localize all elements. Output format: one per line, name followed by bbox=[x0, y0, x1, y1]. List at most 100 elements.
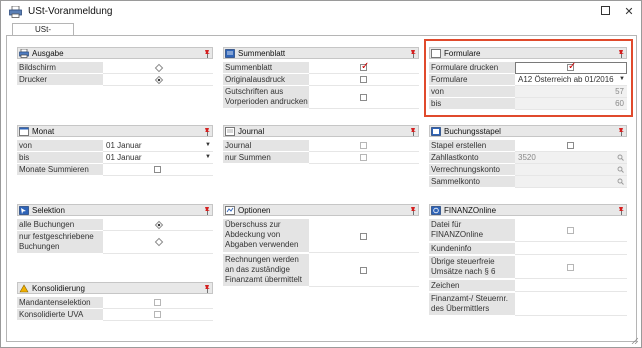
monat-bis-select[interactable]: 01 Januar ▼ bbox=[103, 152, 213, 164]
verrechnungskonto-field[interactable] bbox=[515, 164, 627, 176]
radio-nur-festgeschriebene[interactable] bbox=[154, 237, 164, 247]
pin-icon[interactable] bbox=[410, 49, 417, 58]
row-journal[interactable]: Journal bbox=[223, 140, 419, 152]
zahllastkonto-field[interactable]: 3520 bbox=[515, 152, 627, 164]
row-kundeninfo[interactable]: Kundeninfo bbox=[429, 243, 627, 255]
resize-grip-icon[interactable] bbox=[631, 337, 638, 344]
checkbox-monate-summieren[interactable] bbox=[154, 166, 161, 173]
search-icon[interactable] bbox=[617, 178, 624, 185]
row-ueberschuss[interactable]: Überschuss zur Abdeckung von Abgaben ver… bbox=[223, 219, 419, 253]
pin-icon[interactable] bbox=[204, 206, 211, 215]
label-gutschriften: Gutschriften aus Vorperioden andrucken bbox=[223, 86, 309, 109]
printer-icon bbox=[19, 49, 29, 58]
printer-app-icon bbox=[9, 6, 22, 18]
row-sammelkonto[interactable]: Sammelkonto bbox=[429, 176, 627, 188]
label-mandantenselektion: Mandantenselektion bbox=[17, 297, 103, 309]
row-gutschriften[interactable]: Gutschriften aus Vorperioden andrucken bbox=[223, 86, 419, 109]
sammelkonto-field[interactable] bbox=[515, 176, 627, 188]
summary-sheet-icon bbox=[225, 49, 235, 58]
zeichen-field[interactable] bbox=[515, 280, 627, 292]
row-uebrige-steuerfreie[interactable]: Übrige steuerfreie Umsätze nach § 6 bbox=[429, 256, 627, 279]
monat-von-select[interactable]: 01 Januar ▼ bbox=[103, 140, 213, 152]
value-uebrige-steuerfreie bbox=[515, 256, 627, 279]
row-drucker[interactable]: Drucker bbox=[17, 74, 213, 86]
checkbox-rechnungen-finanzamt[interactable] bbox=[360, 267, 367, 274]
pin-icon[interactable] bbox=[204, 127, 211, 136]
pin-icon[interactable] bbox=[618, 127, 625, 136]
row-nur-festgeschriebene[interactable]: nur festgeschriebene Buchungen bbox=[17, 231, 213, 254]
row-mandantenselektion[interactable]: Mandantenselektion bbox=[17, 297, 213, 309]
row-originalausdruck[interactable]: Originalausdruck bbox=[223, 74, 419, 86]
checkbox-journal[interactable] bbox=[360, 142, 367, 149]
row-zahllastkonto[interactable]: Zahllastkonto 3520 bbox=[429, 152, 627, 164]
row-datei-finanzonline[interactable]: Datei für FINANZOnline erzeugen bbox=[429, 219, 627, 242]
checkbox-datei-finanzonline[interactable] bbox=[567, 227, 574, 234]
value-originalausdruck bbox=[309, 74, 419, 86]
row-monat-von[interactable]: von 01 Januar ▼ bbox=[17, 140, 213, 152]
group-header-monat: Monat bbox=[17, 125, 213, 137]
radio-drucker[interactable] bbox=[154, 75, 164, 85]
group-title: Summenblatt bbox=[238, 49, 286, 58]
group-title: Monat bbox=[32, 127, 55, 136]
row-bildschirm[interactable]: Bildschirm bbox=[17, 62, 213, 74]
value-alle-buchungen bbox=[103, 219, 213, 231]
pin-icon[interactable] bbox=[204, 49, 211, 58]
row-zeichen[interactable]: Zeichen bbox=[429, 280, 627, 292]
checkbox-konsolidierte-uva[interactable] bbox=[154, 311, 161, 318]
value-konsolidierte-uva bbox=[103, 309, 213, 321]
row-summenblatt[interactable]: Summenblatt ✓ bbox=[223, 62, 419, 74]
checkbox-summenblatt[interactable]: ✓ bbox=[360, 62, 369, 72]
row-konsolidierte-uva[interactable]: Konsolidierte UVA bbox=[17, 309, 213, 321]
group-header-optionen: Optionen bbox=[223, 204, 419, 216]
pin-icon[interactable] bbox=[410, 206, 417, 215]
value-drucker bbox=[103, 74, 213, 86]
row-alle-buchungen[interactable]: alle Buchungen bbox=[17, 219, 213, 231]
chevron-down-icon[interactable]: ▼ bbox=[204, 140, 212, 151]
value-mandantenselektion bbox=[103, 297, 213, 309]
row-stapel-erstellen[interactable]: Stapel erstellen bbox=[429, 140, 627, 152]
kundeninfo-field[interactable] bbox=[515, 243, 627, 255]
value-journal bbox=[309, 140, 419, 152]
monat-bis-value: 01 Januar bbox=[106, 153, 142, 162]
close-button[interactable]: ✕ bbox=[621, 4, 637, 20]
checkbox-uebrige-steuerfreie[interactable] bbox=[567, 264, 574, 271]
label-monat-bis: bis bbox=[17, 152, 103, 164]
checkbox-nur-summen[interactable] bbox=[360, 154, 367, 161]
checkbox-ueberschuss[interactable] bbox=[360, 233, 367, 240]
label-alle-buchungen: alle Buchungen bbox=[17, 219, 103, 231]
options-icon bbox=[225, 206, 235, 215]
row-monate-summieren[interactable]: Monate Summieren bbox=[17, 164, 213, 176]
group-header-summenblatt: Summenblatt bbox=[223, 47, 419, 59]
checkbox-originalausdruck[interactable] bbox=[360, 76, 367, 83]
group-buchungsstapel: Buchungsstapel Stapel erstellen Zahllast… bbox=[429, 125, 627, 189]
pin-icon[interactable] bbox=[410, 127, 417, 136]
close-icon: ✕ bbox=[624, 6, 634, 18]
value-monate-summieren bbox=[103, 164, 213, 176]
label-nur-festgeschriebene: nur festgeschriebene Buchungen bbox=[17, 231, 103, 254]
search-icon[interactable] bbox=[617, 166, 624, 173]
search-icon[interactable] bbox=[617, 154, 624, 161]
value-bildschirm bbox=[103, 62, 213, 74]
group-title: Buchungsstapel bbox=[444, 127, 501, 136]
radio-bildschirm[interactable] bbox=[154, 63, 164, 73]
label-konsolidierte-uva: Konsolidierte UVA bbox=[17, 309, 103, 321]
pin-icon[interactable] bbox=[618, 206, 625, 215]
row-monat-bis[interactable]: bis 01 Januar ▼ bbox=[17, 152, 213, 164]
finanzamt-steuernr-field[interactable] bbox=[515, 293, 627, 316]
group-title: FINANZOnline bbox=[444, 206, 497, 215]
row-verrechnungskonto[interactable]: Verrechnungskonto bbox=[429, 164, 627, 176]
maximize-button[interactable] bbox=[597, 4, 613, 20]
row-nur-summen[interactable]: nur Summen bbox=[223, 152, 419, 164]
checkbox-mandantenselektion[interactable] bbox=[154, 299, 161, 306]
chevron-down-icon[interactable]: ▼ bbox=[204, 152, 212, 163]
value-nur-summen bbox=[309, 152, 419, 164]
radio-alle-buchungen[interactable] bbox=[154, 220, 164, 230]
group-title: Selektion bbox=[32, 206, 65, 215]
row-rechnungen-finanzamt[interactable]: Rechnungen werden an das zuständige Fina… bbox=[223, 254, 419, 287]
checkbox-gutschriften[interactable] bbox=[360, 94, 367, 101]
pin-icon[interactable] bbox=[204, 284, 211, 293]
checkbox-stapel-erstellen[interactable] bbox=[567, 142, 574, 149]
group-monat: Monat von 01 Januar ▼ bis 01 Januar ▼ Mo… bbox=[17, 125, 213, 177]
row-finanzamt-steuernr[interactable]: Finanzamt-/ Steuernr. des Übermittlers bbox=[429, 293, 627, 316]
journal-icon bbox=[225, 127, 235, 136]
